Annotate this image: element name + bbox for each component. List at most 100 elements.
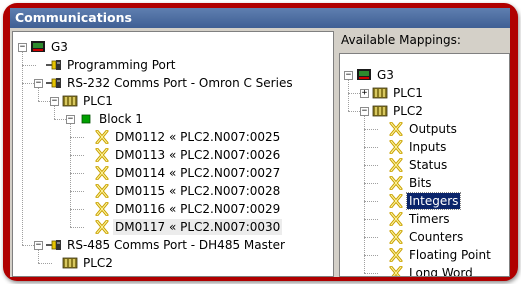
mapping-icon <box>94 202 110 216</box>
tree-connector-line <box>22 65 36 66</box>
comms-tree-node-dm0114-plc2-n007-0027[interactable]: DM0114 « PLC2.N007:0027 <box>94 164 282 182</box>
mapping-icon <box>388 230 404 244</box>
tree-connector-line <box>38 263 52 264</box>
port-icon <box>46 76 62 90</box>
tree-connector-line <box>364 255 378 256</box>
tree-connector-line <box>364 201 378 202</box>
tree-connector-line <box>70 227 84 228</box>
tree-node-label: PLC2 <box>393 104 423 118</box>
communications-tree[interactable]: − G3 Programming Port − RS-232 Comms Port - … <box>13 32 333 276</box>
mapping-tree-node-timers[interactable]: Timers <box>388 210 452 228</box>
tree-node-label: Outputs <box>409 122 457 136</box>
available-mappings-pane[interactable]: − G3 + PLC1 − PLC2 Outputs Inputs Status Bits Inte… <box>339 53 510 277</box>
tree-node-label: Floating Point <box>409 248 491 262</box>
tree-node-label: Timers <box>409 212 450 226</box>
comms-tree-node-plc2[interactable]: PLC2 <box>62 254 115 272</box>
mapping-tree-node-outputs[interactable]: Outputs <box>388 120 459 138</box>
collapse-toggle-icon[interactable]: − <box>66 115 75 124</box>
tree-connector-line <box>70 191 84 192</box>
tree-node-label: Block 1 <box>99 112 143 126</box>
tree-connector-line <box>364 111 365 273</box>
tree-node-label: G3 <box>51 40 68 54</box>
mapping-icon <box>94 148 110 162</box>
tree-node-label: G3 <box>377 68 394 82</box>
port-icon <box>46 58 62 72</box>
tree-node-label: DM0113 « PLC2.N007:0026 <box>115 148 281 162</box>
comms-tree-node-dm0112-plc2-n007-0025[interactable]: DM0112 « PLC2.N007:0025 <box>94 128 282 146</box>
block-icon <box>78 112 94 126</box>
mapping-icon <box>388 140 404 154</box>
tree-node-label: Counters <box>409 230 464 244</box>
tree-node-label: Status <box>409 158 448 172</box>
collapse-toggle-icon[interactable]: − <box>34 241 43 250</box>
tree-node-label: DM0115 « PLC2.N007:0028 <box>115 184 281 198</box>
mapping-tree-node-bits[interactable]: Bits <box>388 174 434 192</box>
plc-icon <box>62 256 78 270</box>
tree-node-label: PLC1 <box>393 86 423 100</box>
collapse-toggle-icon[interactable]: − <box>344 71 353 80</box>
mapping-icon <box>388 248 404 262</box>
mapping-tree-node-g3[interactable]: G3 <box>356 66 396 84</box>
mapping-icon <box>388 176 404 190</box>
comms-tree-node-block-1[interactable]: Block 1 <box>78 110 145 128</box>
tree-node-label: PLC1 <box>83 94 113 108</box>
tree-connector-line <box>364 219 378 220</box>
mapping-icon <box>388 212 404 226</box>
mapping-tree-node-inputs[interactable]: Inputs <box>388 138 448 156</box>
tree-connector-line <box>364 237 378 238</box>
tree-node-label: DM0114 « PLC2.N007:0027 <box>115 166 281 180</box>
mapping-tree-node-plc1[interactable]: PLC1 <box>372 84 425 102</box>
mapping-icon <box>388 194 404 208</box>
tree-node-label: RS-485 Comms Port - DH485 Master <box>67 238 285 252</box>
device-icon <box>30 40 46 54</box>
communications-window: Communications − G3 Programming Port − RS-23… <box>10 8 510 277</box>
collapse-toggle-icon[interactable]: − <box>18 43 27 52</box>
tree-connector-line <box>364 147 378 148</box>
tree-node-label: DM0112 « PLC2.N007:0025 <box>115 130 281 144</box>
collapse-toggle-icon[interactable]: − <box>50 97 59 106</box>
window-title: Communications <box>10 8 510 28</box>
comms-tree-node-plc1[interactable]: PLC1 <box>62 92 115 110</box>
collapse-toggle-icon[interactable]: − <box>360 107 369 116</box>
tree-node-label: Long Word <box>409 266 473 277</box>
tree-connector-line <box>70 137 84 138</box>
comms-tree-node-rs-485-comms-port-dh485-master[interactable]: RS-485 Comms Port - DH485 Master <box>46 236 287 254</box>
expand-toggle-icon[interactable]: + <box>360 89 369 98</box>
port-icon <box>46 238 62 252</box>
comms-tree-node-rs-232-comms-port-omron-c-series[interactable]: RS-232 Comms Port - Omron C Series <box>46 74 295 92</box>
tree-connector-line <box>70 155 84 156</box>
tree-node-label: PLC2 <box>83 256 113 270</box>
tree-node-label: RS-232 Comms Port - Omron C Series <box>67 76 293 90</box>
mapping-tree-node-floating-point[interactable]: Floating Point <box>388 246 493 264</box>
tree-connector-line <box>364 273 378 274</box>
comms-tree-node-dm0116-plc2-n007-0029[interactable]: DM0116 « PLC2.N007:0029 <box>94 200 282 218</box>
mapping-icon <box>388 158 404 172</box>
tree-connector-line <box>22 47 23 245</box>
mapping-icon <box>94 130 110 144</box>
tree-connector-line <box>364 165 378 166</box>
tree-connector-line <box>364 129 378 130</box>
mapping-tree-node-counters[interactable]: Counters <box>388 228 465 246</box>
collapse-toggle-icon[interactable]: − <box>34 79 43 88</box>
mapping-tree-node-status[interactable]: Status <box>388 156 449 174</box>
mapping-icon <box>94 184 110 198</box>
tree-connector-line <box>70 209 84 210</box>
tree-connector-line <box>70 173 84 174</box>
tree-node-label: Programming Port <box>67 58 176 72</box>
comms-tree-node-programming-port[interactable]: Programming Port <box>46 56 177 74</box>
comms-tree-node-dm0117-plc2-n007-0030[interactable]: DM0117 « PLC2.N007:0030 <box>94 218 283 236</box>
communications-tree-pane[interactable]: − G3 Programming Port − RS-232 Comms Port - … <box>12 31 334 277</box>
comms-tree-node-dm0115-plc2-n007-0028[interactable]: DM0115 « PLC2.N007:0028 <box>94 182 282 200</box>
tree-node-label: Bits <box>409 176 432 190</box>
device-icon <box>356 68 372 82</box>
tree-connector-line <box>364 183 378 184</box>
tree-node-label: Inputs <box>409 140 447 154</box>
comms-tree-node-dm0113-plc2-n007-0026[interactable]: DM0113 « PLC2.N007:0026 <box>94 146 282 164</box>
available-mappings-tree[interactable]: − G3 + PLC1 − PLC2 Outputs Inputs Status Bits Inte… <box>340 54 509 276</box>
mapping-tree-node-integers[interactable]: Integers <box>388 192 462 210</box>
comms-tree-node-g3[interactable]: G3 <box>30 38 70 56</box>
mapping-tree-node-long-word[interactable]: Long Word <box>388 264 475 277</box>
tree-node-label: DM0116 « PLC2.N007:0029 <box>115 202 281 216</box>
red-frame: Communications − G3 Programming Port − RS-23… <box>3 3 518 281</box>
mapping-tree-node-plc2[interactable]: PLC2 <box>372 102 425 120</box>
